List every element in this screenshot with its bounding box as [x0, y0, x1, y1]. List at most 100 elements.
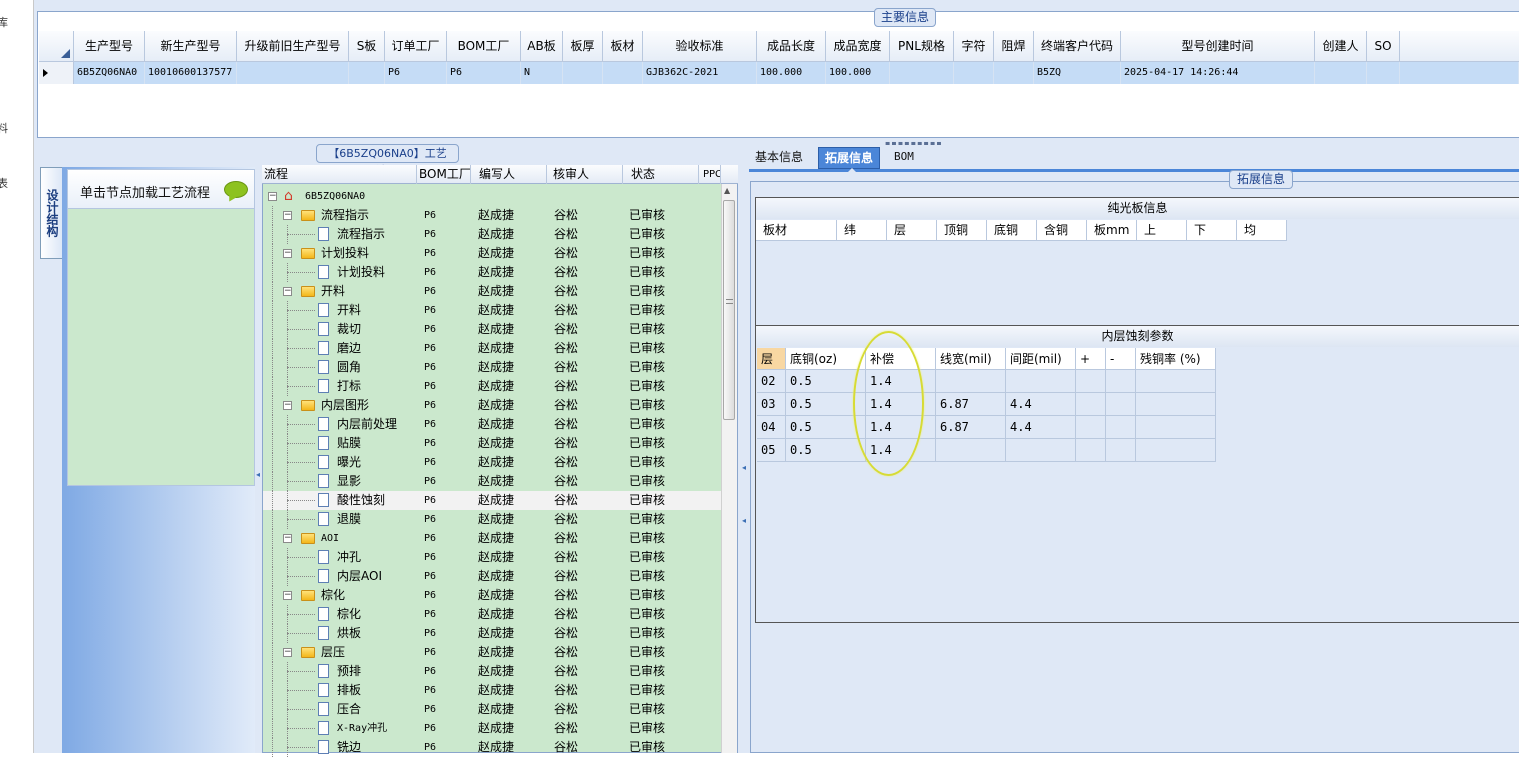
tree-row[interactable]: 计划投料 P6 赵成捷 谷松 已审核	[263, 263, 721, 282]
inner-etch-cell[interactable]	[936, 439, 1006, 462]
tree-row[interactable]: − 内层图形 P6 赵成捷 谷松 已审核	[263, 396, 721, 415]
inner-etch-cell[interactable]	[1076, 439, 1106, 462]
tree-row[interactable]: 开料 P6 赵成捷 谷松 已审核	[263, 301, 721, 320]
main-cell[interactable]: GJB362C-2021	[643, 62, 757, 84]
inner-etch-cell[interactable]	[1076, 393, 1106, 416]
inner-etch-col-header[interactable]: -	[1106, 348, 1136, 370]
tree-col-flow[interactable]: 流程	[262, 165, 417, 184]
inner-etch-col-header[interactable]: +	[1076, 348, 1106, 370]
main-col-header[interactable]: 阻焊	[994, 31, 1034, 62]
collapse-icon[interactable]: −	[283, 287, 292, 296]
tree-row[interactable]: 退膜 P6 赵成捷 谷松 已审核	[263, 510, 721, 529]
inner-etch-cell[interactable]: 4.4	[1006, 416, 1076, 439]
tree-row[interactable]: 内层前处理 P6 赵成捷 谷松 已审核	[263, 415, 721, 434]
main-col-header[interactable]: 订单工厂	[385, 31, 447, 62]
main-col-header[interactable]: BOM工厂	[447, 31, 521, 62]
tree-col-writer[interactable]: 编写人	[471, 165, 547, 184]
bare-board-col-header[interactable]: 含铜	[1037, 220, 1087, 241]
inner-etch-cell[interactable]	[1106, 370, 1136, 393]
main-cell[interactable]: 6B5ZQ06NA0	[74, 62, 145, 84]
collapse-icon[interactable]: −	[283, 211, 292, 220]
collapse-icon[interactable]: −	[283, 249, 292, 258]
row-indicator[interactable]	[39, 62, 74, 84]
tree-row[interactable]: 酸性蚀刻 P6 赵成捷 谷松 已审核	[263, 491, 721, 510]
tree-col-reviewer[interactable]: 核审人	[547, 165, 623, 184]
collapse-icon[interactable]: −	[268, 192, 277, 201]
main-col-header[interactable]: 验收标准	[643, 31, 757, 62]
main-cell[interactable]: 100.000	[826, 62, 890, 84]
tree-row[interactable]: − 开料 P6 赵成捷 谷松 已审核	[263, 282, 721, 301]
tree-col-status[interactable]: 状态	[623, 165, 699, 184]
inner-etch-cell[interactable]	[1106, 439, 1136, 462]
structure-list[interactable]	[67, 209, 255, 486]
inner-etch-cell[interactable]: 6.87	[936, 393, 1006, 416]
bare-board-col-header[interactable]: 底铜	[987, 220, 1037, 241]
main-cell[interactable]	[954, 62, 994, 84]
tab-bom[interactable]: BOM	[888, 147, 920, 169]
tree-row[interactable]: 打标 P6 赵成捷 谷松 已审核	[263, 377, 721, 396]
inner-etch-cell[interactable]	[1076, 416, 1106, 439]
bare-board-col-header[interactable]: 层	[887, 220, 937, 241]
tree-row[interactable]: 显影 P6 赵成捷 谷松 已审核	[263, 472, 721, 491]
tree-row[interactable]: − 棕化 P6 赵成捷 谷松 已审核	[263, 586, 721, 605]
bare-board-col-header[interactable]: 板mm	[1087, 220, 1137, 241]
collapse-icon[interactable]: −	[283, 534, 292, 543]
inner-etch-cell[interactable]: 02	[757, 370, 786, 393]
main-cell[interactable]: 2025-04-17 14:26:44	[1121, 62, 1315, 84]
tree-row[interactable]: − 计划投料 P6 赵成捷 谷松 已审核	[263, 244, 721, 263]
main-cell[interactable]	[237, 62, 349, 84]
inner-etch-cell[interactable]: 03	[757, 393, 786, 416]
tree-row[interactable]: 磨边 P6 赵成捷 谷松 已审核	[263, 339, 721, 358]
main-cell[interactable]: P6	[447, 62, 521, 84]
main-col-header[interactable]: 新生产型号	[145, 31, 237, 62]
inner-etch-cell[interactable]: 05	[757, 439, 786, 462]
tree-row[interactable]: 烘板 P6 赵成捷 谷松 已审核	[263, 624, 721, 643]
tree-row[interactable]: 冲孔 P6 赵成捷 谷松 已审核	[263, 548, 721, 567]
main-cell[interactable]: 10010600137577	[145, 62, 237, 84]
inner-etch-cell[interactable]	[1136, 393, 1216, 416]
inner-etch-col-header[interactable]: 线宽(mil)	[936, 348, 1006, 370]
tree-row[interactable]: 压合 P6 赵成捷 谷松 已审核	[263, 700, 721, 719]
tree-row[interactable]: − AOI P6 赵成捷 谷松 已审核	[263, 529, 721, 548]
bare-board-col-header[interactable]: 板材	[756, 220, 837, 241]
main-col-header[interactable]: 升级前旧生产型号	[237, 31, 349, 62]
tab-basic-info[interactable]: 基本信息	[749, 147, 809, 169]
inner-etch-cell[interactable]: 4.4	[1006, 393, 1076, 416]
tree-col-factory[interactable]: BOM工厂	[417, 165, 471, 184]
bare-board-col-header[interactable]: 均	[1237, 220, 1287, 241]
main-col-header[interactable]: 成品宽度	[826, 31, 890, 62]
main-col-header[interactable]: PNL规格	[890, 31, 954, 62]
collapse-icon[interactable]: −	[283, 401, 292, 410]
inner-etch-cell[interactable]	[1136, 370, 1216, 393]
inner-etch-cell[interactable]: 6.87	[936, 416, 1006, 439]
vertical-splitter[interactable]: ◂ ◂	[741, 145, 749, 753]
tree-row[interactable]: 排板 P6 赵成捷 谷松 已审核	[263, 681, 721, 700]
collapse-arrow-icon[interactable]: ◂	[256, 470, 261, 480]
tree-row[interactable]: − 流程指示 P6 赵成捷 谷松 已审核	[263, 206, 721, 225]
inner-etch-col-header[interactable]: 层	[757, 348, 786, 370]
main-cell[interactable]: P6	[385, 62, 447, 84]
tree-row[interactable]: 裁切 P6 赵成捷 谷松 已审核	[263, 320, 721, 339]
inner-etch-cell[interactable]	[1106, 393, 1136, 416]
bare-board-col-header[interactable]: 纬	[837, 220, 887, 241]
main-col-header[interactable]: 字符	[954, 31, 994, 62]
main-cell[interactable]	[563, 62, 603, 84]
main-cell[interactable]: B5ZQ	[1034, 62, 1121, 84]
tree-row[interactable]: 流程指示 P6 赵成捷 谷松 已审核	[263, 225, 721, 244]
inner-etch-col-header[interactable]: 底铜(oz)	[786, 348, 866, 370]
inner-etch-cell[interactable]	[1136, 439, 1216, 462]
main-cell[interactable]	[994, 62, 1034, 84]
main-cell[interactable]	[1315, 62, 1367, 84]
inner-etch-cell[interactable]	[1006, 439, 1076, 462]
tree-row[interactable]: 棕化 P6 赵成捷 谷松 已审核	[263, 605, 721, 624]
inner-etch-cell[interactable]: 04	[757, 416, 786, 439]
main-cell[interactable]: 100.000	[757, 62, 826, 84]
tab-extended-info[interactable]: 拓展信息	[818, 147, 881, 169]
main-col-header[interactable]: 板材	[603, 31, 643, 62]
tree-col-ppc[interactable]: PPC	[699, 165, 721, 184]
inner-etch-cell[interactable]	[1076, 370, 1106, 393]
inner-etch-col-header[interactable]: 间距(mil)	[1006, 348, 1076, 370]
bare-board-col-header[interactable]: 上	[1137, 220, 1187, 241]
main-cell[interactable]	[890, 62, 954, 84]
tree-row[interactable]: 圆角 P6 赵成捷 谷松 已审核	[263, 358, 721, 377]
